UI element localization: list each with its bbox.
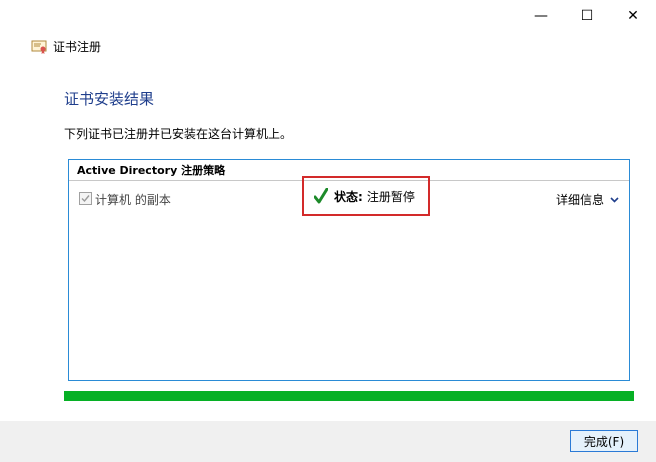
green-checkmark-icon xyxy=(314,188,328,204)
title-bar: — ☐ ✕ xyxy=(0,0,656,32)
progress-fill xyxy=(64,391,634,401)
page-heading: 证书安装结果 xyxy=(64,90,155,108)
status-box: 状态: 注册暂停 xyxy=(302,176,430,216)
certificate-checkbox[interactable] xyxy=(79,192,92,205)
enrollment-policy-panel: Active Directory 注册策略 计算机 的副本 状态: 注册暂停 详… xyxy=(68,159,630,381)
chevron-down-icon xyxy=(610,196,619,203)
footer xyxy=(0,421,656,462)
progress-bar xyxy=(64,391,634,401)
certificate-icon xyxy=(31,40,47,54)
app-header: 证书注册 xyxy=(31,38,101,55)
details-label: 详细信息 xyxy=(555,193,604,207)
maximize-button[interactable]: ☐ xyxy=(564,0,610,32)
status-value: 注册暂停 xyxy=(366,189,415,204)
page-description: 下列证书已注册并已安装在这台计算机上。 xyxy=(64,127,293,141)
checkmark-icon xyxy=(81,195,90,203)
status-label: 状态: xyxy=(334,189,363,204)
app-title: 证书注册 xyxy=(53,40,102,54)
details-toggle[interactable]: 详细信息 xyxy=(556,191,619,208)
finish-button[interactable]: 完成(F) xyxy=(570,430,638,452)
certificate-row: 计算机 的副本 状态: 注册暂停 详细信息 xyxy=(69,176,629,216)
close-button[interactable]: ✕ xyxy=(610,0,656,32)
certificate-label: 计算机 的副本 xyxy=(95,193,171,207)
minimize-button[interactable]: — xyxy=(518,0,564,32)
